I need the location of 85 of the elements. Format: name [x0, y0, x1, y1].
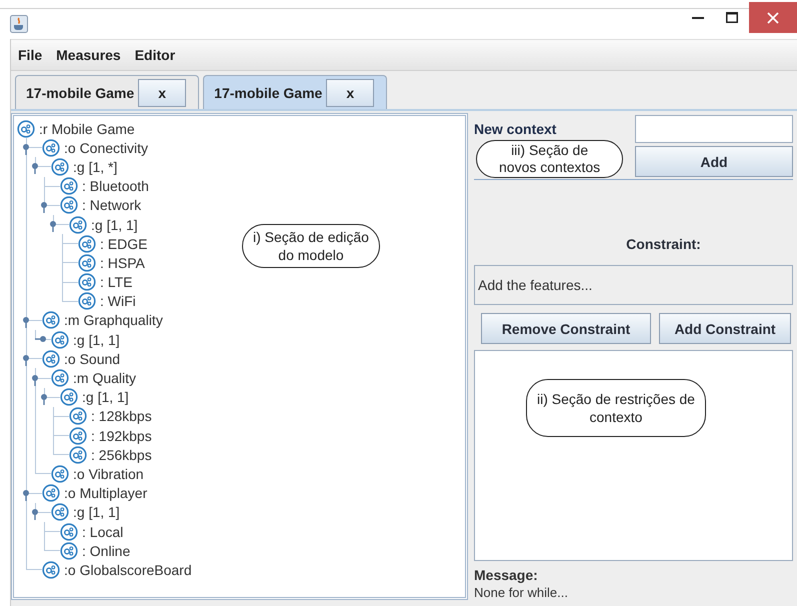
- cog-circle-icon: [42, 350, 60, 368]
- tree-node-label[interactable]: : Online: [82, 542, 130, 559]
- cog-circle-icon: [51, 464, 69, 483]
- tree-node-label[interactable]: :g [1, *]: [73, 158, 118, 175]
- cog-circle-icon: [69, 446, 87, 464]
- tree-expand-handle[interactable]: [31, 374, 39, 386]
- context-input-field[interactable]: [635, 115, 793, 143]
- tree-node-label[interactable]: :o Conectivity: [64, 140, 148, 156]
- cog-circle-icon: [60, 388, 78, 406]
- tree-node-label[interactable]: : Network: [82, 197, 142, 214]
- callout-label: iii) Seção de novos contextos: [476, 140, 624, 178]
- tree-expand-handle[interactable]: [49, 220, 57, 232]
- cog-circle-icon: [51, 369, 69, 388]
- cog-circle-icon: [78, 254, 96, 272]
- tab-close-button[interactable]: x: [138, 78, 186, 106]
- cog-circle-icon: [42, 138, 60, 157]
- tree-node-label[interactable]: : 128kbps: [91, 408, 152, 424]
- tree-node-label[interactable]: :g [1, 1]: [73, 332, 120, 348]
- tree-expand-handle[interactable]: [22, 316, 30, 328]
- tree-expand-handle[interactable]: [22, 354, 30, 366]
- cog-circle-icon: [78, 292, 96, 310]
- cog-circle-icon: [78, 234, 96, 253]
- cog-circle-icon: [42, 484, 60, 502]
- tree-expand-handle[interactable]: [22, 143, 30, 156]
- add-button[interactable]: Add: [635, 146, 793, 177]
- tree-node-label[interactable]: : Bluetooth: [82, 178, 149, 194]
- tree-node-label[interactable]: : 192kbps: [91, 428, 152, 444]
- cog-circle-icon: [69, 407, 87, 426]
- tree-node-label[interactable]: : LTE: [100, 274, 132, 290]
- maximize-icon: [726, 12, 738, 23]
- tree-node-label[interactable]: :o GlobalscoreBoard: [64, 562, 192, 578]
- tree-node-label[interactable]: :g [1, 1]: [82, 389, 129, 406]
- callout-label: i) Seção de edição do modelo: [242, 224, 380, 268]
- tree-node-label[interactable]: :o Vibration: [73, 466, 144, 482]
- tree-node-label[interactable]: : 256kbps: [91, 446, 152, 463]
- close-icon: [767, 12, 779, 24]
- tab-close-button[interactable]: x: [326, 78, 374, 106]
- tree-expand-handle[interactable]: [35, 335, 47, 344]
- cog-circle-icon: [51, 503, 69, 522]
- java-cup-icon: [10, 15, 28, 33]
- tree-node-label[interactable]: :m Quality: [73, 370, 136, 386]
- tree-node-label[interactable]: : WiFi: [100, 293, 136, 310]
- minimize-icon: [692, 16, 704, 19]
- cog-circle-icon: [51, 158, 69, 176]
- tree-expand-handle[interactable]: [31, 508, 39, 520]
- tree-node-label[interactable]: :r Mobile Game: [39, 120, 135, 137]
- tree-node-label[interactable]: :m Graphquality: [64, 312, 163, 328]
- field-label: New context: [474, 121, 558, 137]
- section-label: Constraint:: [626, 236, 701, 252]
- tree-node-label[interactable]: : EDGE: [100, 236, 148, 252]
- document-tab[interactable]: 17-mobile Game x: [203, 75, 388, 109]
- tree-node-label[interactable]: :g [1, 1]: [73, 504, 120, 520]
- constraint-button[interactable]: Add Constraint: [659, 313, 791, 344]
- tree-node-label[interactable]: :g [1, 1]: [91, 216, 138, 233]
- tree-node-label[interactable]: : HSPA: [100, 254, 145, 271]
- tab-title[interactable]: 17-mobile Game: [214, 84, 322, 100]
- callout-label: ii) Seção de restrições de contexto: [526, 379, 706, 437]
- tab-title[interactable]: 17-mobile Game: [26, 84, 134, 100]
- features-field[interactable]: Add the features...: [474, 265, 793, 305]
- menu-item[interactable]: Editor: [134, 47, 176, 63]
- constraint-button[interactable]: Remove Constraint: [481, 313, 651, 344]
- tree-node-label[interactable]: : Local: [82, 524, 124, 540]
- cog-circle-icon: [60, 522, 78, 541]
- cog-circle-icon: [51, 330, 69, 349]
- tree-node-label[interactable]: :o Sound: [64, 350, 120, 367]
- cog-circle-icon: [69, 216, 87, 234]
- tree-node-label[interactable]: :o Multiplayer: [64, 485, 148, 502]
- tree-expand-handle[interactable]: [22, 488, 30, 501]
- document-tab[interactable]: 17-mobile Game x: [15, 75, 200, 109]
- cog-circle-icon: [60, 196, 78, 214]
- cog-circle-icon: [60, 177, 78, 196]
- message-label: Message:: [474, 567, 539, 583]
- cog-circle-icon: [78, 273, 96, 292]
- tree-expand-handle[interactable]: [40, 392, 48, 405]
- tree-expand-handle[interactable]: [31, 162, 39, 174]
- cog-circle-icon: [69, 426, 87, 445]
- message-text: None for while...: [474, 585, 569, 600]
- tree-expand-handle[interactable]: [40, 200, 48, 213]
- cog-circle-icon: [42, 560, 60, 579]
- menu-item[interactable]: File: [18, 47, 42, 63]
- close-button[interactable]: [749, 2, 797, 33]
- cog-circle-icon: [60, 542, 78, 560]
- cog-circle-icon: [17, 120, 35, 138]
- menu-item[interactable]: Measures: [56, 47, 121, 63]
- cog-circle-icon: [42, 311, 60, 330]
